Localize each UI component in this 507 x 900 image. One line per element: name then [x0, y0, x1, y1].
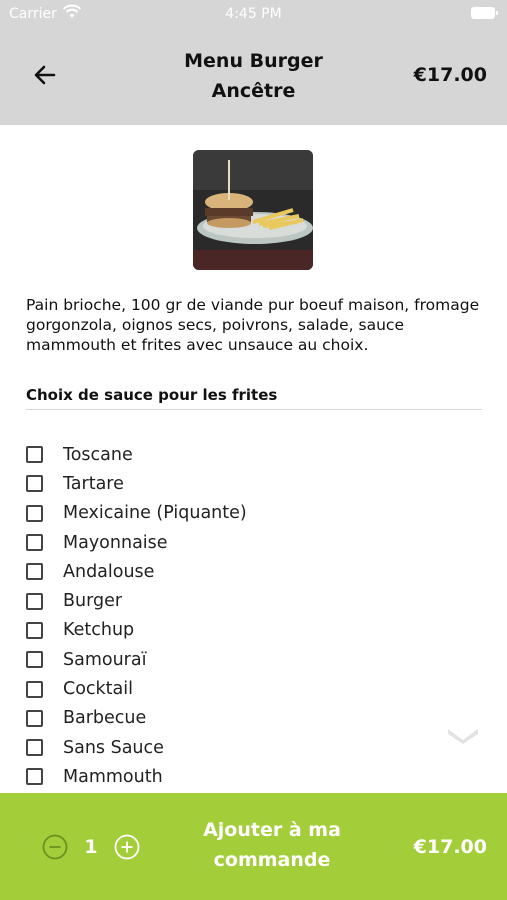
sauce-option-sans-sauce[interactable]: Sans Sauce	[26, 733, 446, 762]
nav-header: Menu Burger Ancêtre €17.00	[0, 28, 507, 125]
status-time: 4:45 PM	[225, 6, 282, 22]
option-label: Tartare	[63, 473, 124, 494]
quantity-value: 1	[84, 836, 98, 858]
product-photo	[193, 150, 313, 270]
checkbox[interactable]	[26, 739, 43, 757]
checkbox[interactable]	[26, 563, 43, 581]
divider	[26, 409, 482, 410]
chevron-down-icon[interactable]	[446, 726, 480, 744]
checkbox[interactable]	[26, 709, 43, 727]
sauce-option-mayonnaise[interactable]: Mayonnaise	[26, 528, 446, 557]
checkbox[interactable]	[26, 446, 43, 464]
page-title: Menu Burger Ancêtre	[184, 50, 323, 102]
add-to-order-button[interactable]: Ajouter à ma commande	[180, 815, 364, 875]
sauce-options-list: Toscane Tartare Mexicaine (Piquante) May…	[26, 440, 446, 792]
sauce-option-burger[interactable]: Burger	[26, 586, 446, 615]
minus-circle-icon[interactable]	[42, 834, 68, 860]
option-label: Toscane	[63, 444, 133, 465]
arrow-left-icon[interactable]	[28, 58, 62, 92]
section-title: Choix de sauce pour les frites	[26, 386, 278, 404]
sauce-option-mammouth[interactable]: Mammouth	[26, 762, 446, 791]
product-description: Pain brioche, 100 gr de viande pur boeuf…	[26, 296, 480, 354]
checkbox[interactable]	[26, 651, 43, 669]
option-label: Cocktail	[63, 679, 133, 700]
option-label: Burger	[63, 591, 123, 612]
checkbox[interactable]	[26, 768, 43, 786]
checkbox[interactable]	[26, 504, 43, 522]
sauce-option-cocktail[interactable]: Cocktail	[26, 674, 446, 703]
sauce-option-samourai[interactable]: Samouraï	[26, 645, 446, 674]
header-price: €17.00	[413, 64, 487, 86]
option-label: Barbecue	[63, 708, 147, 729]
checkbox[interactable]	[26, 592, 43, 610]
sauce-option-andalouse[interactable]: Andalouse	[26, 557, 446, 586]
sauce-option-toscane[interactable]: Toscane	[26, 440, 446, 469]
option-label: Mammouth	[63, 766, 163, 787]
option-label: Andalouse	[63, 561, 155, 582]
option-label: Mayonnaise	[63, 532, 168, 553]
sauce-option-barbecue[interactable]: Barbecue	[26, 704, 446, 733]
checkbox[interactable]	[26, 475, 43, 493]
order-footer: 1 Ajouter à ma commande €17.00	[0, 793, 507, 900]
plus-circle-icon[interactable]	[114, 834, 140, 860]
option-label: Ketchup	[63, 620, 135, 641]
sauce-option-ketchup[interactable]: Ketchup	[26, 616, 446, 645]
option-label: Samouraï	[63, 649, 147, 670]
footer-price: €17.00	[413, 836, 487, 858]
battery-icon	[471, 7, 498, 19]
sauce-option-mexicaine[interactable]: Mexicaine (Piquante)	[26, 499, 446, 528]
checkbox[interactable]	[26, 680, 43, 698]
option-label: Mexicaine (Piquante)	[63, 503, 247, 524]
checkbox[interactable]	[26, 621, 43, 639]
sauce-option-tartare[interactable]: Tartare	[26, 469, 446, 498]
checkbox[interactable]	[26, 534, 43, 552]
option-label: Sans Sauce	[63, 737, 164, 758]
status-bar: Carrier 4:45 PM	[0, 0, 507, 28]
